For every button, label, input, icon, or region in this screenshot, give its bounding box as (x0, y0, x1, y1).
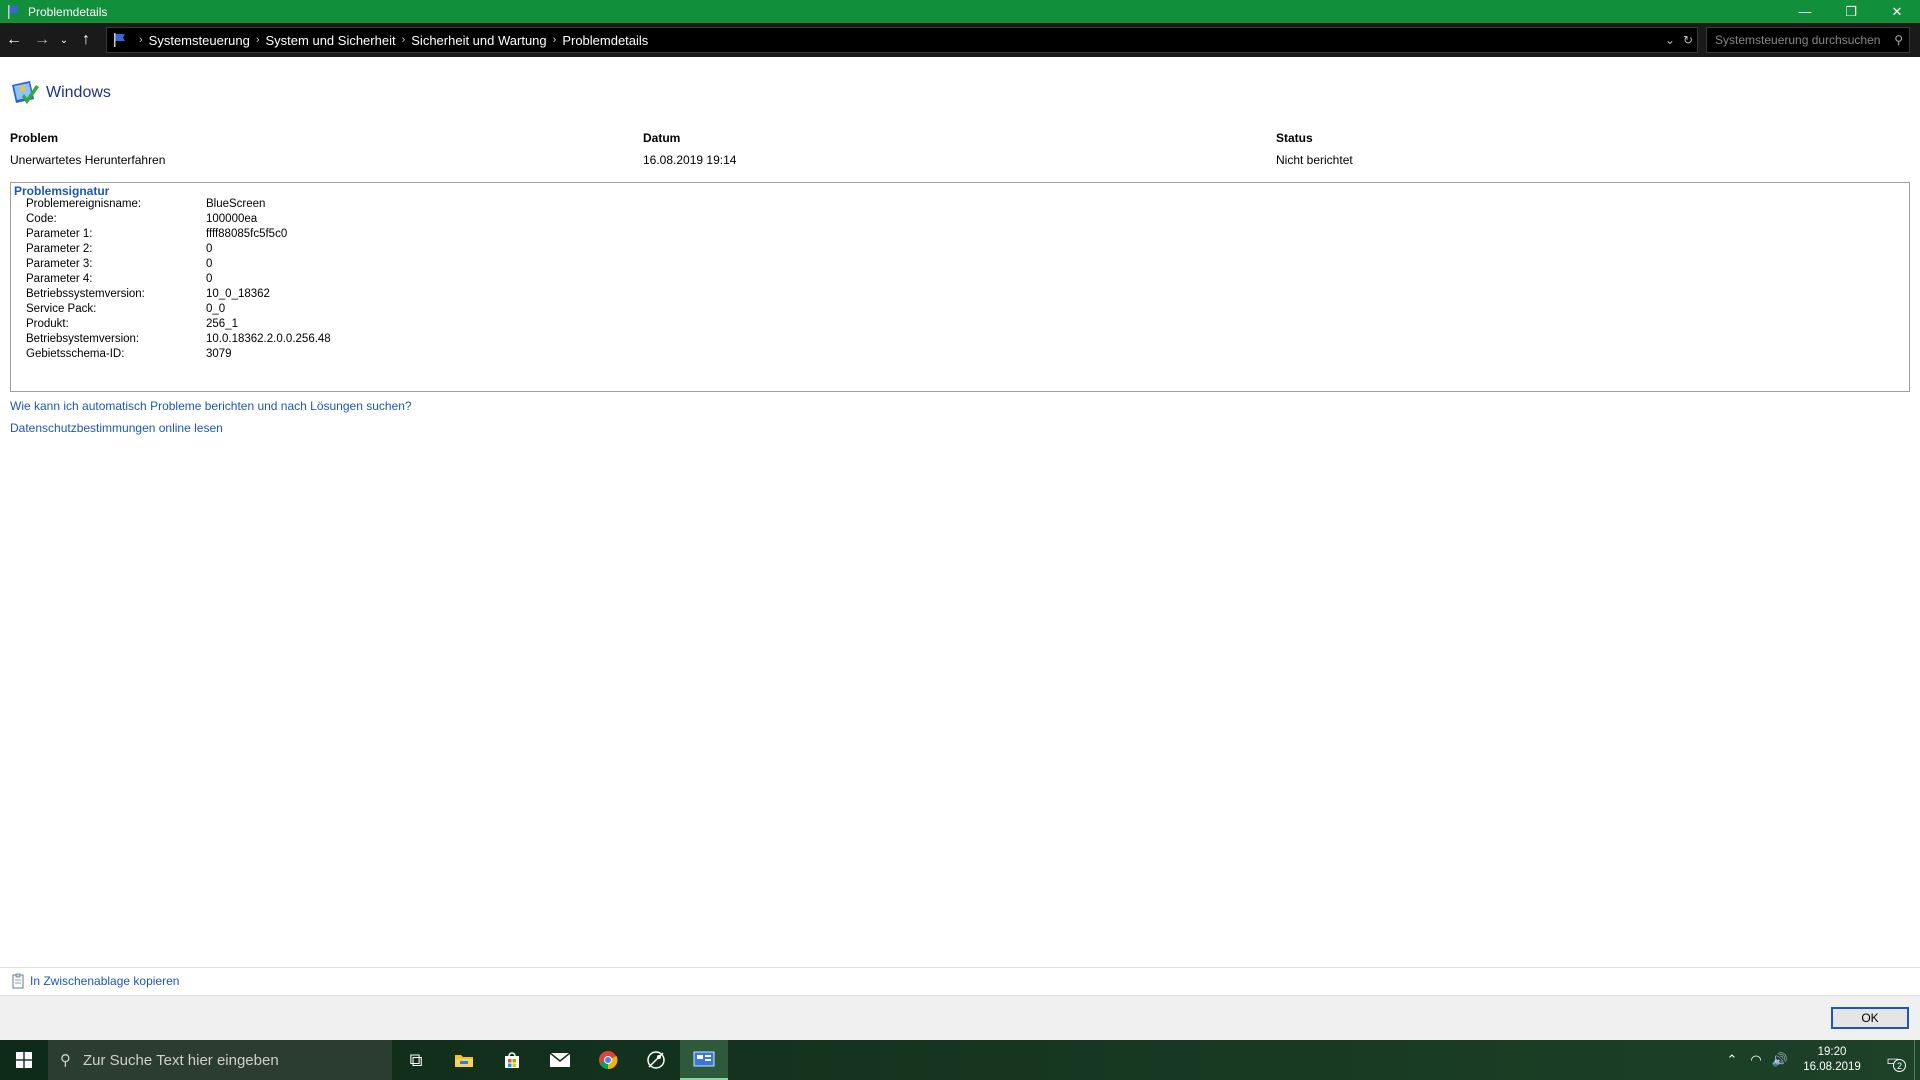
address-bar-controls: ⌄ ↻ (1665, 28, 1693, 52)
breadcrumb-separator[interactable]: › (256, 34, 260, 46)
search-box: ⚲ (1706, 27, 1910, 53)
button-bar: OK (0, 995, 1920, 1041)
back-button[interactable]: ← (0, 23, 28, 57)
clock[interactable]: 19:20 16.08.2019 (1792, 1045, 1872, 1075)
taskbar-mail[interactable] (536, 1040, 584, 1080)
minimize-button[interactable]: — (1782, 0, 1828, 23)
volume-button[interactable]: 🔊 (1768, 1040, 1792, 1080)
address-bar[interactable]: › Systemsteuerung › System und Sicherhei… (106, 27, 1698, 53)
signature-row: Gebietsschema-ID: 3079 (26, 348, 232, 360)
address-dropdown-icon[interactable]: ⌄ (1665, 33, 1675, 47)
signature-row: Code: 100000ea (26, 213, 258, 225)
footer-divider (0, 967, 1920, 968)
brand-name: Windows (46, 84, 111, 101)
network-icon: ◠ (1750, 1052, 1762, 1067)
restore-button[interactable]: ❐ (1828, 0, 1874, 23)
copy-to-clipboard-link[interactable]: In Zwischenablage kopieren (10, 973, 179, 989)
clipboard-icon (12, 973, 24, 989)
problem-signature-box: Problemsignatur Problemereignisname: Blue… (10, 182, 1910, 392)
taskbar-control-panel[interactable] (680, 1040, 728, 1080)
signature-row: Betriebsystemversion: 10.0.18362.2.0.0.25… (26, 333, 331, 345)
forward-button[interactable]: → (28, 23, 56, 57)
up-button[interactable]: ↑ (72, 23, 100, 57)
problem-details-content: Windows Problem Datum Status Unerwartete… (0, 57, 1920, 967)
brand-header: Windows (10, 77, 111, 109)
breadcrumb-sicherheit-und-wartung[interactable]: Sicherheit und Wartung (411, 33, 546, 48)
signature-row: Problemereignisname: BlueScreen (26, 198, 266, 210)
breadcrumb-problemdetails[interactable]: Problemdetails (562, 33, 648, 48)
taskbar-store[interactable] (488, 1040, 536, 1080)
breadcrumb-system-und-sicherheit[interactable]: System und Sicherheit (266, 33, 396, 48)
copy-to-clipboard-label[interactable]: In Zwischenablage kopieren (30, 974, 179, 988)
window-title: Problemdetails (28, 4, 108, 19)
start-button[interactable] (0, 1040, 48, 1080)
signature-row: Parameter 1: ffff88085fc5f5c0 (26, 228, 288, 240)
search-input[interactable] (1715, 33, 1885, 47)
signature-row: Service Pack: 0_0 (26, 303, 226, 315)
header-status: Status (1276, 131, 1313, 145)
signature-row: Parameter 3: 0 (26, 258, 213, 270)
breadcrumb-separator[interactable]: › (402, 34, 406, 46)
control-panel-flag-icon (8, 4, 19, 19)
refresh-icon[interactable]: ↻ (1683, 33, 1693, 47)
taskbar-file-explorer[interactable] (440, 1040, 488, 1080)
notification-count-badge: 2 (1893, 1059, 1906, 1072)
chrome-icon (599, 1051, 618, 1070)
show-hidden-icons-button[interactable]: ⌃ (1720, 1040, 1744, 1080)
network-button[interactable]: ◠ (1744, 1040, 1768, 1080)
clock-date: 16.08.2019 (1803, 1061, 1861, 1073)
signature-row: Produkt: 256_1 (26, 318, 238, 330)
taskbar-app[interactable] (632, 1040, 680, 1080)
window-controls: — ❐ ✕ (1782, 0, 1920, 23)
task-view-icon: ⧉ (409, 1049, 423, 1070)
problem-signature-title: Problemsignatur (14, 184, 110, 198)
privacy-statement-link[interactable]: Datenschutzbestimmungen online lesen (10, 421, 223, 435)
value-status: Nicht berichtet (1276, 153, 1353, 167)
value-datum: 16.08.2019 19:14 (643, 153, 737, 167)
search-icon: ⚲ (60, 1052, 71, 1069)
ok-button[interactable]: OK (1831, 1007, 1909, 1029)
header-problem: Problem (10, 131, 59, 145)
taskbar-search-placeholder[interactable]: Zur Suche Text hier eingeben (83, 1052, 279, 1069)
action-center-button[interactable]: ▭ 2 (1872, 1040, 1914, 1080)
auto-report-link[interactable]: Wie kann ich automatisch Probleme berich… (10, 399, 412, 413)
control-panel-icon (693, 1051, 715, 1067)
signature-row: Parameter 4: 0 (26, 273, 213, 285)
task-view-button[interactable]: ⧉ (392, 1040, 440, 1080)
title-bar: Problemdetails — ❐ ✕ (0, 0, 1920, 23)
control-panel-flag-icon (114, 33, 125, 47)
value-problem: Unerwartetes Herunterfahren (10, 153, 166, 167)
volume-icon: 🔊 (1771, 1052, 1789, 1067)
mail-icon (549, 1052, 571, 1067)
signature-row: Parameter 2: 0 (26, 243, 213, 255)
chevron-up-icon: ⌃ (1726, 1052, 1738, 1067)
breadcrumb-systemsteuerung[interactable]: Systemsteuerung (149, 33, 250, 48)
header-datum: Datum (643, 131, 681, 145)
clock-time: 19:20 (1817, 1046, 1847, 1058)
taskbar-search-box[interactable]: ⚲ Zur Suche Text hier eingeben (48, 1040, 392, 1080)
signature-row: Betriebssystemversion: 10_0_18362 (26, 288, 270, 300)
store-bag-icon (505, 1052, 519, 1068)
taskbar-chrome[interactable] (584, 1040, 632, 1080)
breadcrumb-separator: › (139, 34, 143, 46)
system-tray: ⌃ ◠ 🔊 19:20 16.08.2019 ▭ 2 (1720, 1040, 1920, 1080)
windows-logo-icon (16, 1052, 32, 1068)
taskbar: ⚲ Zur Suche Text hier eingeben ⧉ ⌃ ◠ 🔊 1… (0, 1040, 1920, 1080)
navigation-bar: ← → ⌄ ↑ › Systemsteuerung › System und S… (0, 23, 1920, 57)
satellite-dish-icon (647, 1051, 665, 1069)
windows-report-icon (12, 81, 39, 104)
show-desktop-button[interactable] (1914, 1040, 1920, 1080)
breadcrumb-separator[interactable]: › (553, 34, 557, 46)
recent-locations-button[interactable]: ⌄ (56, 23, 72, 57)
file-explorer-icon (455, 1055, 473, 1067)
close-button[interactable]: ✕ (1874, 0, 1920, 23)
search-icon[interactable]: ⚲ (1894, 33, 1903, 47)
